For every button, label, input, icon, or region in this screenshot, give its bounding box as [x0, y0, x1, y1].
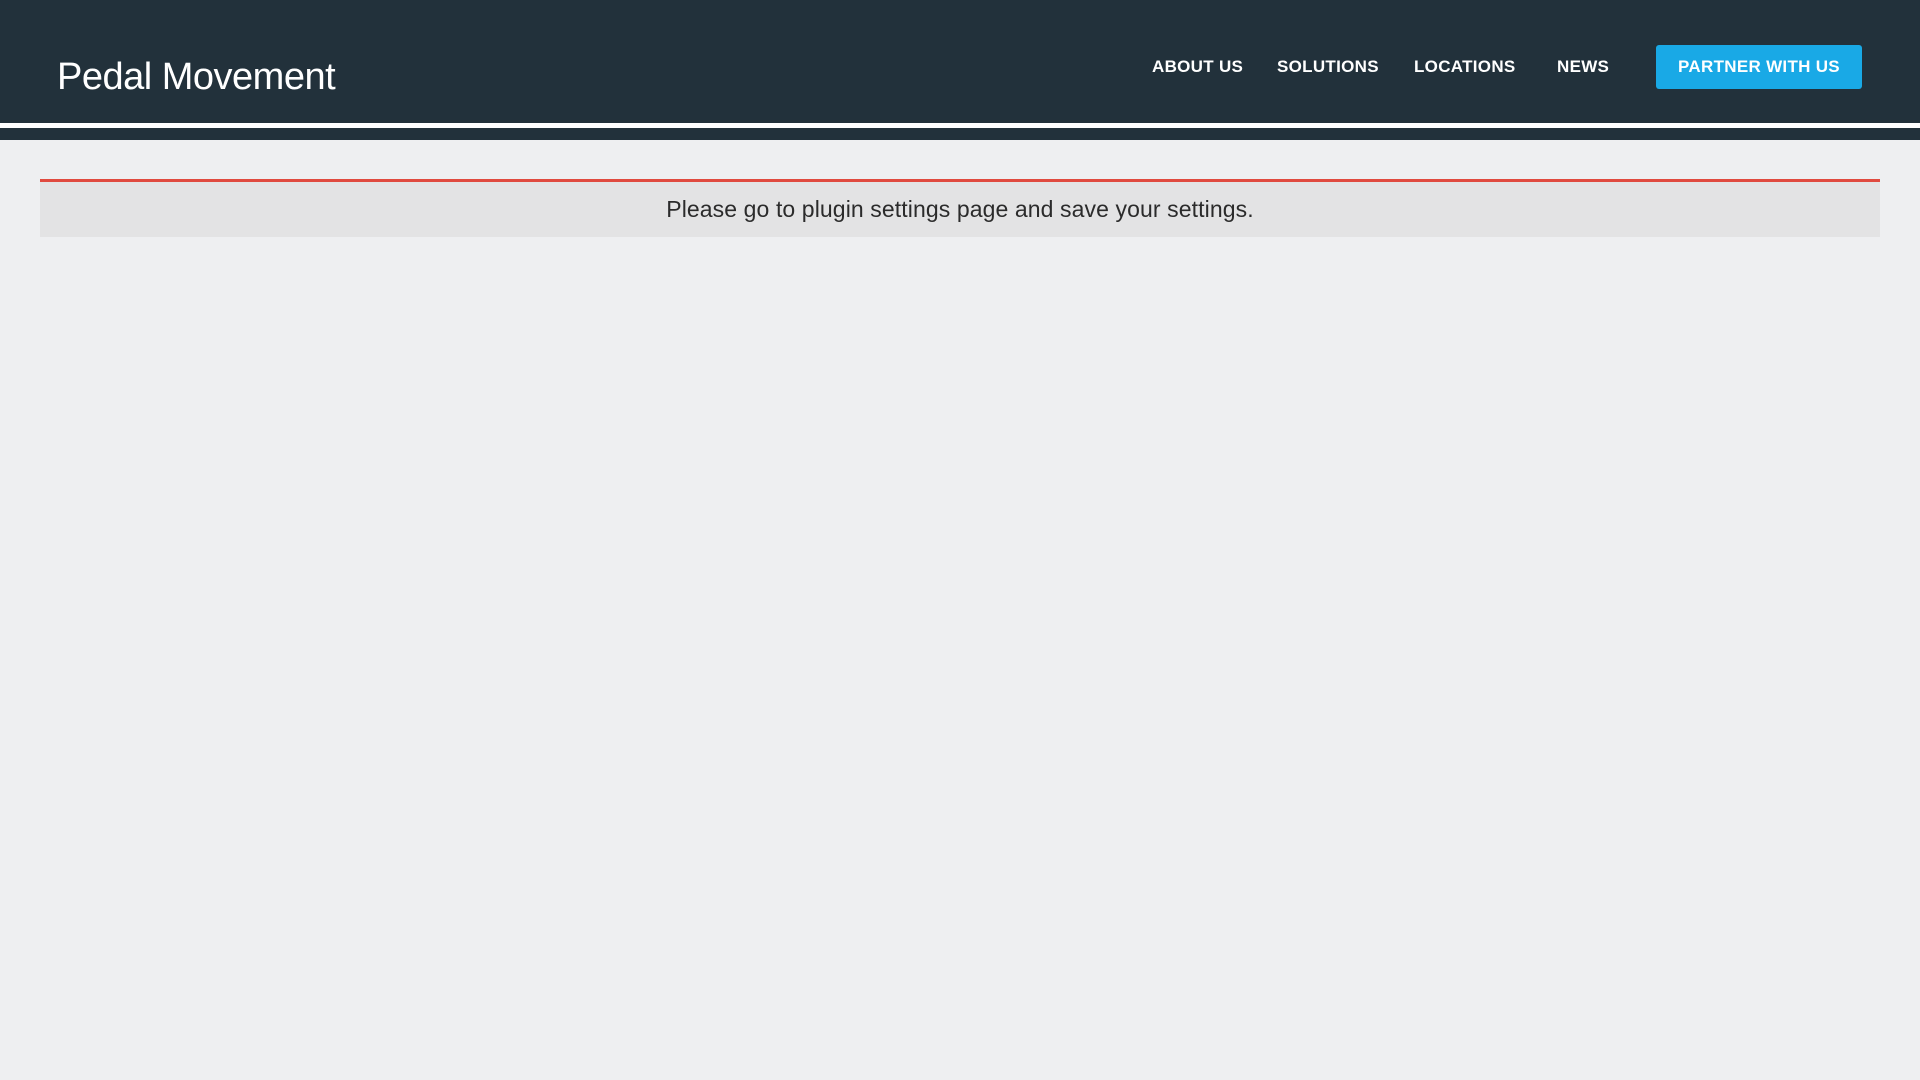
- header-underband: [0, 128, 1920, 140]
- plugin-settings-notice: Please go to plugin settings page and sa…: [40, 179, 1880, 237]
- nav-item-solutions[interactable]: SOLUTIONS: [1277, 57, 1379, 77]
- main-nav: ABOUT US SOLUTIONS LOCATIONS NEWS: [0, 50, 1920, 84]
- nav-item-about-us[interactable]: ABOUT US: [1152, 57, 1243, 77]
- nav-item-locations[interactable]: LOCATIONS: [1414, 57, 1516, 77]
- partner-with-us-button[interactable]: PARTNER WITH US: [1656, 45, 1862, 89]
- nav-item-news[interactable]: NEWS: [1557, 57, 1609, 77]
- notice-message: Please go to plugin settings page and sa…: [666, 196, 1254, 222]
